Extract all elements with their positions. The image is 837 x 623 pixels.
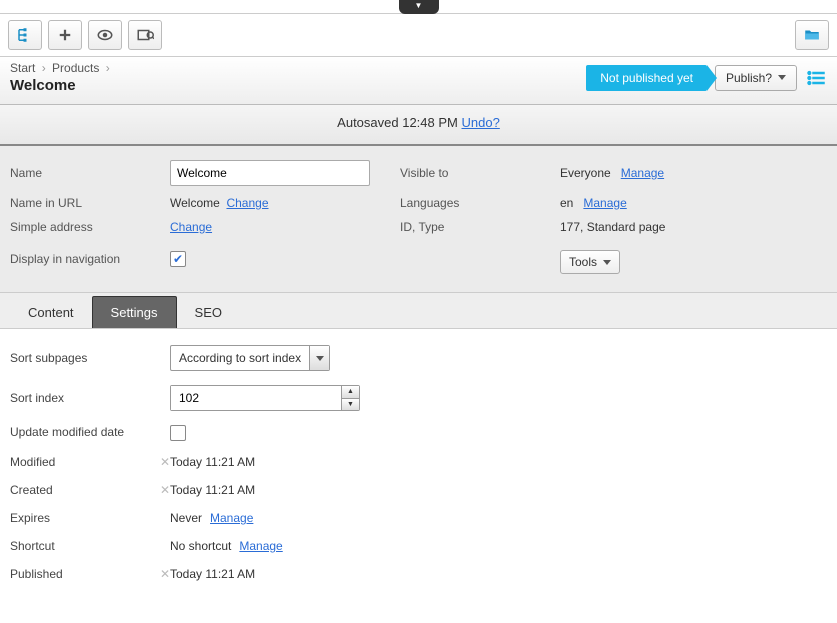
label-id-type: ID, Type [400,220,560,234]
label-expires: Expires [10,511,170,525]
breadcrumb-item[interactable]: Products [52,61,99,75]
label-update-modified: Update modified date [10,425,170,441]
manage-visibility-link[interactable]: Manage [621,166,664,180]
top-drag-handle[interactable]: ▼ [0,0,837,14]
tab-seo[interactable]: SEO [177,297,240,328]
label-simple-address: Simple address [10,220,170,234]
status-badge: Not published yet [586,65,707,91]
undo-link[interactable]: Undo? [462,115,500,130]
plus-icon [56,26,74,44]
created-value: Today 11:21 AM [170,483,255,497]
tabs: Content Settings SEO [0,293,837,329]
chevron-down-icon [309,346,329,370]
toolbar [0,14,837,57]
breadcrumb: Start › Products › [10,61,113,75]
expand-handle-icon[interactable]: ▼ [399,0,439,14]
spin-down-button[interactable]: ▼ [342,399,359,411]
page-title: Welcome [10,77,113,94]
tab-settings[interactable]: Settings [92,296,177,328]
shortcut-value: No shortcut [170,539,231,553]
expires-value: Never [170,511,202,525]
assets-pane-button[interactable] [795,20,829,50]
label-sort-subpages: Sort subpages [10,351,170,365]
chevron-right-icon: › [106,61,110,75]
sort-index-input[interactable] [171,386,341,410]
settings-panel: Sort subpages According to sort index So… [0,329,837,611]
publish-button[interactable]: Publish? [715,65,797,91]
label-modified: Modified [10,455,55,469]
display-nav-checkbox[interactable] [170,251,186,267]
sort-subpages-value: According to sort index [171,346,309,370]
pin-icon[interactable]: ✕ [160,567,170,581]
preview-button[interactable] [88,20,122,50]
autosave-text: Autosaved 12:48 PM [337,115,458,130]
manage-languages-link[interactable]: Manage [583,196,626,210]
eye-icon [96,26,114,44]
tree-toggle-button[interactable] [8,20,42,50]
label-sort-index: Sort index [10,391,170,405]
meta-panel: Name Visible to Everyone Manage Name in … [0,146,837,293]
chevron-down-icon [778,75,786,80]
list-icon [806,68,826,88]
label-name-url: Name in URL [10,196,170,210]
add-button[interactable] [48,20,82,50]
sort-subpages-select[interactable]: According to sort index [170,345,330,371]
change-address-link[interactable]: Change [170,220,212,234]
visible-to-value: Everyone [560,166,611,180]
pin-icon[interactable]: ✕ [160,483,170,497]
compare-button[interactable] [128,20,162,50]
chevron-down-icon [603,260,611,265]
name-input[interactable] [170,160,370,186]
manage-expires-link[interactable]: Manage [210,511,253,525]
change-url-link[interactable]: Change [226,196,268,210]
sort-index-spinner[interactable]: ▲ ▼ [170,385,360,411]
header: Start › Products › Welcome Not published… [0,57,837,105]
breadcrumb-item[interactable]: Start [10,61,35,75]
spin-up-button[interactable]: ▲ [342,386,359,399]
label-published: Published [10,567,63,581]
manage-shortcut-link[interactable]: Manage [239,539,282,553]
label-display-nav: Display in navigation [10,252,170,266]
languages-value: en [560,196,573,210]
update-modified-checkbox[interactable] [170,425,186,441]
publish-label: Publish? [726,71,772,85]
chevron-right-icon: › [42,61,46,75]
tree-icon [16,26,34,44]
modified-value: Today 11:21 AM [170,455,255,469]
options-list-button[interactable] [805,67,827,89]
label-shortcut: Shortcut [10,539,170,553]
tools-button[interactable]: Tools [560,250,620,274]
autosave-bar: Autosaved 12:48 PM Undo? [0,105,837,146]
id-type-value: 177, Standard page [560,220,810,234]
label-languages: Languages [400,196,560,210]
published-value: Today 11:21 AM [170,567,255,581]
label-visible-to: Visible to [400,166,560,180]
label-created: Created [10,483,53,497]
compare-icon [136,26,154,44]
url-value: Welcome [170,196,220,210]
folder-icon [803,26,821,44]
pin-icon[interactable]: ✕ [160,455,170,469]
label-name: Name [10,166,170,180]
tab-content[interactable]: Content [10,297,92,328]
tools-label: Tools [569,255,597,269]
